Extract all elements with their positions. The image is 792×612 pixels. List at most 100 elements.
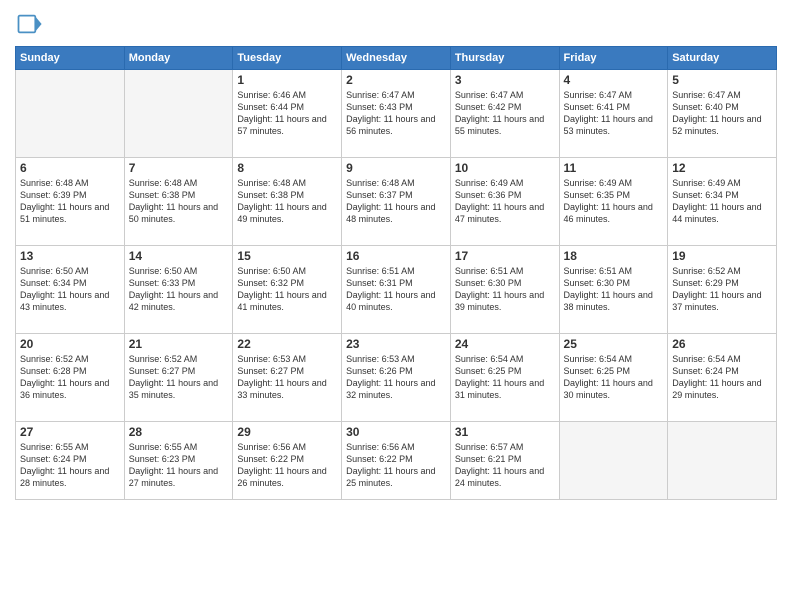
- cell-info: Sunrise: 6:48 AM Sunset: 6:38 PM Dayligh…: [237, 177, 337, 226]
- cell-info: Sunrise: 6:55 AM Sunset: 6:23 PM Dayligh…: [129, 441, 229, 490]
- calendar-cell: 24 Sunrise: 6:54 AM Sunset: 6:25 PM Dayli…: [450, 334, 559, 422]
- day-number: 22: [237, 337, 337, 351]
- weekday-header-sunday: Sunday: [16, 47, 125, 70]
- day-number: 15: [237, 249, 337, 263]
- day-number: 14: [129, 249, 229, 263]
- day-number: 6: [20, 161, 120, 175]
- weekday-header-saturday: Saturday: [668, 47, 777, 70]
- calendar-cell: 29Sunrise: 6:56 AM Sunset: 6:22 PM Dayli…: [233, 422, 342, 500]
- weekday-header-wednesday: Wednesday: [342, 47, 451, 70]
- cell-info: Sunrise: 6:55 AM Sunset: 6:24 PM Dayligh…: [20, 441, 120, 490]
- calendar-cell: 27 Sunrise: 6:55 AM Sunset: 6:24 PM Dayli…: [16, 422, 125, 500]
- calendar-cell: 3 Sunrise: 6:47 AM Sunset: 6:42 PM Daylig…: [450, 70, 559, 158]
- calendar-cell: 17 Sunrise: 6:51 AM Sunset: 6:30 PM Dayli…: [450, 246, 559, 334]
- day-number: 16: [346, 249, 446, 263]
- cell-info: Sunrise: 6:57 AM Sunset: 6:21 PM Dayligh…: [455, 441, 555, 490]
- calendar-cell: 1 Sunrise: 6:46 AM Sunset: 6:44 PM Daylig…: [233, 70, 342, 158]
- weekday-header-thursday: Thursday: [450, 47, 559, 70]
- calendar-cell: 20 Sunrise: 6:52 AM Sunset: 6:28 PM Dayli…: [16, 334, 125, 422]
- day-number: 21: [129, 337, 229, 351]
- cell-info: Sunrise: 6:56 AM Sunset: 6:22 PM Dayligh…: [237, 441, 337, 490]
- cell-info: Sunrise: 6:54 AM Sunset: 6:24 PM Dayligh…: [672, 353, 772, 402]
- day-number: 18: [564, 249, 664, 263]
- calendar-cell: 23 Sunrise: 6:53 AM Sunset: 6:26 PM Dayli…: [342, 334, 451, 422]
- weekday-header-monday: Monday: [124, 47, 233, 70]
- cell-info: Sunrise: 6:51 AM Sunset: 6:30 PM Dayligh…: [564, 265, 664, 314]
- day-number: 12: [672, 161, 772, 175]
- day-number: 17: [455, 249, 555, 263]
- calendar-week-row: 27 Sunrise: 6:55 AM Sunset: 6:24 PM Dayli…: [16, 422, 777, 500]
- calendar-cell: 15 Sunrise: 6:50 AM Sunset: 6:32 PM Dayli…: [233, 246, 342, 334]
- calendar-cell: 2 Sunrise: 6:47 AM Sunset: 6:43 PM Daylig…: [342, 70, 451, 158]
- cell-info: Sunrise: 6:48 AM Sunset: 6:37 PM Dayligh…: [346, 177, 446, 226]
- day-number: 3: [455, 73, 555, 87]
- calendar-cell: [559, 422, 668, 500]
- day-number: 1: [237, 73, 337, 87]
- calendar-cell: 10Sunrise: 6:49 AM Sunset: 6:36 PM Dayli…: [450, 158, 559, 246]
- day-number: 27: [20, 425, 120, 439]
- cell-info: Sunrise: 6:50 AM Sunset: 6:34 PM Dayligh…: [20, 265, 120, 314]
- header: [15, 10, 777, 38]
- cell-info: Sunrise: 6:47 AM Sunset: 6:43 PM Dayligh…: [346, 89, 446, 138]
- day-number: 26: [672, 337, 772, 351]
- calendar: SundayMondayTuesdayWednesdayThursdayFrid…: [15, 46, 777, 500]
- weekday-header-friday: Friday: [559, 47, 668, 70]
- day-number: 8: [237, 161, 337, 175]
- calendar-cell: 22 Sunrise: 6:53 AM Sunset: 6:27 PM Dayli…: [233, 334, 342, 422]
- cell-info: Sunrise: 6:56 AM Sunset: 6:22 PM Dayligh…: [346, 441, 446, 490]
- cell-info: Sunrise: 6:51 AM Sunset: 6:30 PM Dayligh…: [455, 265, 555, 314]
- cell-info: Sunrise: 6:49 AM Sunset: 6:35 PM Dayligh…: [564, 177, 664, 226]
- calendar-cell: [124, 70, 233, 158]
- cell-info: Sunrise: 6:54 AM Sunset: 6:25 PM Dayligh…: [564, 353, 664, 402]
- day-number: 2: [346, 73, 446, 87]
- cell-info: Sunrise: 6:48 AM Sunset: 6:38 PM Dayligh…: [129, 177, 229, 226]
- calendar-week-row: 20 Sunrise: 6:52 AM Sunset: 6:28 PM Dayli…: [16, 334, 777, 422]
- calendar-week-row: 1 Sunrise: 6:46 AM Sunset: 6:44 PM Daylig…: [16, 70, 777, 158]
- calendar-cell: 11 Sunrise: 6:49 AM Sunset: 6:35 PM Dayli…: [559, 158, 668, 246]
- cell-info: Sunrise: 6:46 AM Sunset: 6:44 PM Dayligh…: [237, 89, 337, 138]
- day-number: 23: [346, 337, 446, 351]
- day-number: 19: [672, 249, 772, 263]
- cell-info: Sunrise: 6:50 AM Sunset: 6:32 PM Dayligh…: [237, 265, 337, 314]
- day-number: 30: [346, 425, 446, 439]
- cell-info: Sunrise: 6:47 AM Sunset: 6:40 PM Dayligh…: [672, 89, 772, 138]
- calendar-cell: 13 Sunrise: 6:50 AM Sunset: 6:34 PM Dayli…: [16, 246, 125, 334]
- cell-info: Sunrise: 6:52 AM Sunset: 6:28 PM Dayligh…: [20, 353, 120, 402]
- cell-info: Sunrise: 6:50 AM Sunset: 6:33 PM Dayligh…: [129, 265, 229, 314]
- cell-info: Sunrise: 6:51 AM Sunset: 6:31 PM Dayligh…: [346, 265, 446, 314]
- calendar-cell: 8 Sunrise: 6:48 AM Sunset: 6:38 PM Daylig…: [233, 158, 342, 246]
- calendar-week-row: 13 Sunrise: 6:50 AM Sunset: 6:34 PM Dayli…: [16, 246, 777, 334]
- calendar-cell: 16 Sunrise: 6:51 AM Sunset: 6:31 PM Dayli…: [342, 246, 451, 334]
- calendar-cell: 7Sunrise: 6:48 AM Sunset: 6:38 PM Daylig…: [124, 158, 233, 246]
- calendar-cell: 12Sunrise: 6:49 AM Sunset: 6:34 PM Dayli…: [668, 158, 777, 246]
- calendar-cell: 18 Sunrise: 6:51 AM Sunset: 6:30 PM Dayli…: [559, 246, 668, 334]
- cell-info: Sunrise: 6:53 AM Sunset: 6:26 PM Dayligh…: [346, 353, 446, 402]
- day-number: 28: [129, 425, 229, 439]
- day-number: 13: [20, 249, 120, 263]
- day-number: 11: [564, 161, 664, 175]
- day-number: 10: [455, 161, 555, 175]
- weekday-header-tuesday: Tuesday: [233, 47, 342, 70]
- calendar-cell: 4Sunrise: 6:47 AM Sunset: 6:41 PM Daylig…: [559, 70, 668, 158]
- calendar-cell: 25Sunrise: 6:54 AM Sunset: 6:25 PM Dayli…: [559, 334, 668, 422]
- calendar-cell: 5 Sunrise: 6:47 AM Sunset: 6:40 PM Daylig…: [668, 70, 777, 158]
- page: SundayMondayTuesdayWednesdayThursdayFrid…: [0, 0, 792, 612]
- cell-info: Sunrise: 6:47 AM Sunset: 6:42 PM Dayligh…: [455, 89, 555, 138]
- weekday-header-row: SundayMondayTuesdayWednesdayThursdayFrid…: [16, 47, 777, 70]
- logo: [15, 10, 47, 38]
- calendar-cell: 21Sunrise: 6:52 AM Sunset: 6:27 PM Dayli…: [124, 334, 233, 422]
- cell-info: Sunrise: 6:54 AM Sunset: 6:25 PM Dayligh…: [455, 353, 555, 402]
- day-number: 9: [346, 161, 446, 175]
- cell-info: Sunrise: 6:52 AM Sunset: 6:29 PM Dayligh…: [672, 265, 772, 314]
- day-number: 5: [672, 73, 772, 87]
- day-number: 20: [20, 337, 120, 351]
- cell-info: Sunrise: 6:47 AM Sunset: 6:41 PM Dayligh…: [564, 89, 664, 138]
- calendar-cell: 30 Sunrise: 6:56 AM Sunset: 6:22 PM Dayli…: [342, 422, 451, 500]
- cell-info: Sunrise: 6:48 AM Sunset: 6:39 PM Dayligh…: [20, 177, 120, 226]
- calendar-cell: [16, 70, 125, 158]
- day-number: 24: [455, 337, 555, 351]
- cell-info: Sunrise: 6:53 AM Sunset: 6:27 PM Dayligh…: [237, 353, 337, 402]
- calendar-cell: 31 Sunrise: 6:57 AM Sunset: 6:21 PM Dayli…: [450, 422, 559, 500]
- day-number: 31: [455, 425, 555, 439]
- calendar-cell: 6 Sunrise: 6:48 AM Sunset: 6:39 PM Daylig…: [16, 158, 125, 246]
